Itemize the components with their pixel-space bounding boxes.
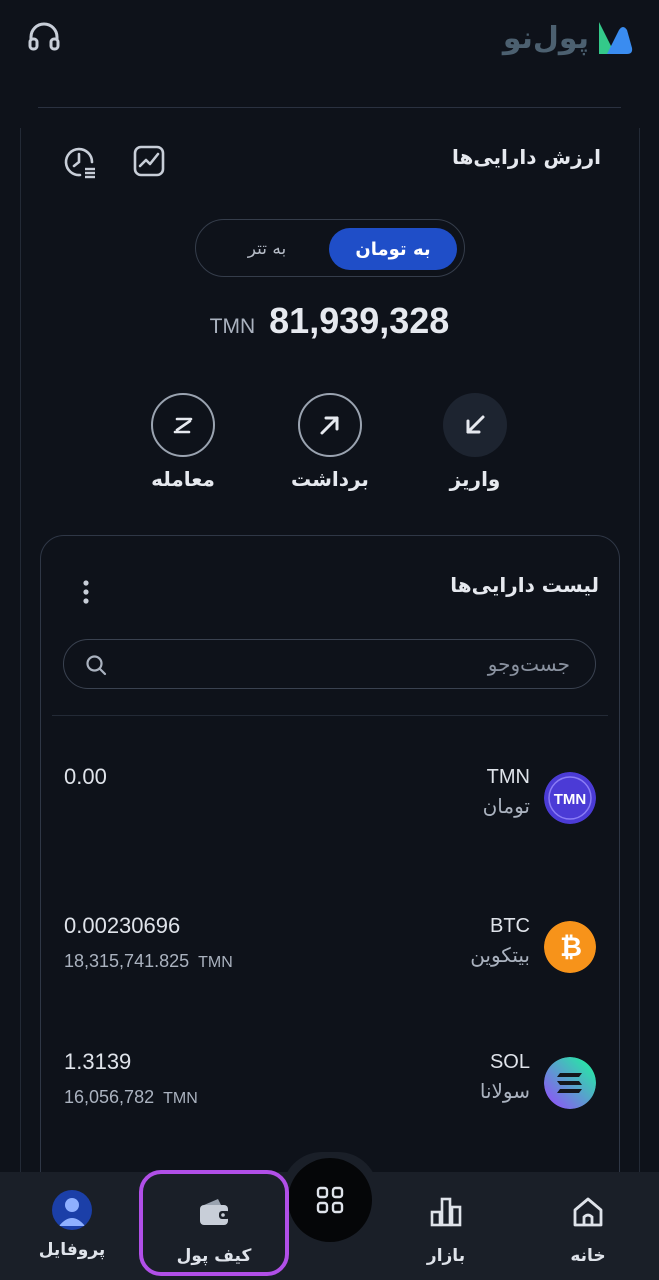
search-input[interactable] bbox=[120, 640, 570, 688]
nav-profile-label: پروفایل bbox=[38, 1240, 106, 1260]
headset-support-icon[interactable] bbox=[26, 20, 62, 56]
home-icon bbox=[573, 1197, 603, 1227]
services-fab-button[interactable] bbox=[288, 1158, 372, 1242]
arrow-up-right-icon bbox=[320, 416, 339, 435]
grid-icon bbox=[316, 1186, 344, 1214]
asset-row-sol[interactable]: SOL سولانا 1.3139 16,056,782 TMN bbox=[60, 1049, 600, 1147]
nav-market[interactable]: بازار bbox=[386, 1172, 506, 1280]
bar-chart-icon bbox=[430, 1197, 462, 1227]
toggle-toman-button[interactable]: به تومان bbox=[329, 228, 457, 270]
asset-amount: 0.00 bbox=[64, 764, 107, 789]
withdraw-label: برداشت bbox=[291, 467, 369, 491]
logo-text: پول‌نو bbox=[502, 20, 590, 56]
logo-mark-icon bbox=[599, 22, 633, 54]
nav-home-label: خانه bbox=[570, 1246, 606, 1266]
asset-list-title: لیست دارایی‌ها bbox=[450, 573, 599, 597]
asset-row-tmn[interactable]: TMN TMN تومان 0.00 bbox=[60, 764, 600, 862]
top-bar: پول‌نو bbox=[0, 0, 659, 90]
asset-symbol: SOL bbox=[489, 1051, 530, 1073]
deposit-circle bbox=[443, 393, 507, 457]
withdraw-circle bbox=[298, 393, 362, 457]
swap-icon bbox=[173, 417, 193, 434]
withdraw-button[interactable]: برداشت bbox=[285, 393, 375, 491]
svg-text:₿: ₿ bbox=[560, 932, 582, 963]
user-icon bbox=[59, 1198, 85, 1226]
asset-value-number: 18,315,741.825 bbox=[64, 951, 190, 971]
asset-value-number: 16,056,782 bbox=[64, 1087, 155, 1107]
bitcoin-icon: ₿ bbox=[544, 921, 596, 973]
asset-value-unit: TMN bbox=[163, 1090, 198, 1107]
nav-home[interactable]: خانه bbox=[528, 1172, 648, 1280]
avatar bbox=[52, 1190, 92, 1230]
svg-text:TMN: TMN bbox=[554, 791, 587, 808]
asset-name: سولانا bbox=[479, 1079, 530, 1103]
asset-row-btc[interactable]: ₿ BTC بیتکوین 0.00230696 18,315,741.825 … bbox=[60, 913, 600, 1011]
search-icon bbox=[86, 655, 107, 676]
asset-name: بیتکوین bbox=[470, 943, 530, 967]
more-vertical-icon[interactable] bbox=[76, 578, 96, 606]
toman-coin-icon: TMN bbox=[544, 772, 596, 824]
asset-amount: 0.00230696 bbox=[64, 913, 181, 938]
arrow-down-left-icon bbox=[466, 415, 485, 434]
asset-search bbox=[63, 639, 596, 689]
solana-icon bbox=[544, 1057, 596, 1109]
trade-label: معامله bbox=[151, 467, 215, 491]
trade-circle bbox=[151, 393, 215, 457]
trade-button[interactable]: معامله bbox=[138, 393, 228, 491]
asset-value-unit: TMN bbox=[198, 954, 233, 971]
app-logo: پول‌نو bbox=[503, 18, 633, 58]
header-divider bbox=[38, 107, 621, 108]
deposit-label: واریز bbox=[449, 467, 501, 491]
toggle-tether-button[interactable]: به تتر bbox=[208, 228, 326, 270]
currency-toggle: به تومان به تتر bbox=[195, 219, 465, 277]
deposit-button[interactable]: واریز bbox=[430, 393, 520, 491]
asset-symbol: TMN bbox=[486, 766, 530, 788]
list-divider bbox=[52, 715, 608, 716]
nav-market-label: بازار bbox=[426, 1246, 466, 1266]
asset-amount: 1.3139 bbox=[64, 1049, 132, 1074]
assets-value-title: ارزش دارایی‌ها bbox=[451, 145, 601, 169]
history-icon[interactable] bbox=[62, 144, 98, 180]
asset-name: تومان bbox=[482, 794, 530, 818]
wallet-highlight-outline bbox=[139, 1170, 289, 1276]
asset-value: 18,315,741.825 TMN bbox=[64, 951, 233, 972]
asset-value: 16,056,782 TMN bbox=[64, 1087, 198, 1108]
balance-value: 81,939,328 bbox=[269, 300, 450, 341]
asset-symbol: BTC bbox=[490, 915, 530, 937]
chart-icon[interactable] bbox=[132, 144, 166, 178]
total-balance: TMN 81,939,328 bbox=[0, 300, 659, 342]
balance-unit: TMN bbox=[209, 315, 256, 338]
nav-profile[interactable]: پروفایل bbox=[12, 1172, 132, 1280]
